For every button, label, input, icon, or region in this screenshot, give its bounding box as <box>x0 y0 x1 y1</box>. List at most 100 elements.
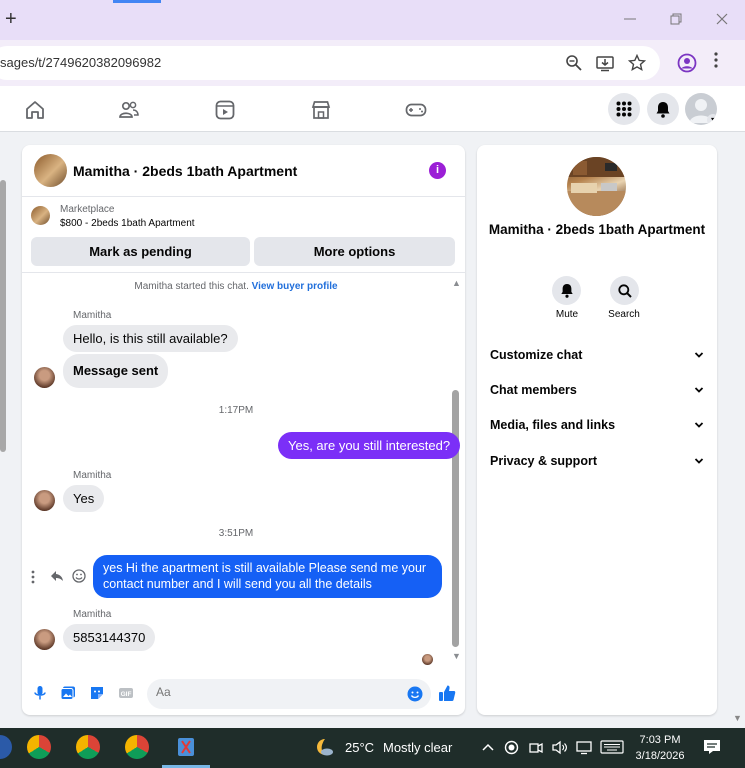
chevron-down-icon <box>694 387 704 393</box>
page-scroll-down-arrow-icon[interactable]: ▼ <box>733 713 742 723</box>
minimize-icon[interactable] <box>624 13 636 25</box>
messages-scrollbar[interactable]: ▲ ▼ <box>451 275 461 665</box>
facebook-nav-bar: ▾ <box>0 86 745 132</box>
notifications-button[interactable] <box>647 93 679 125</box>
info-title: Mamitha · 2beds 1bath Apartment <box>488 222 706 237</box>
section-label: Privacy & support <box>490 454 597 468</box>
search-conversation-button[interactable] <box>610 276 639 305</box>
network-icon[interactable] <box>576 740 592 755</box>
speaker-icon[interactable] <box>552 740 568 755</box>
keyboard-icon[interactable] <box>600 740 624 754</box>
photo-icon[interactable] <box>60 685 76 701</box>
chat-panel: Mamitha · 2beds 1bath Apartment i Market… <box>22 145 465 715</box>
install-app-icon[interactable] <box>596 54 614 72</box>
info-icon[interactable]: i <box>429 162 446 179</box>
left-panel-scrollbar[interactable] <box>0 180 6 452</box>
record-icon[interactable] <box>504 740 519 755</box>
read-receipt-avatar <box>422 654 433 665</box>
customize-chat-section[interactable]: Customize chat <box>490 348 704 368</box>
weather-moon-cloud-icon[interactable] <box>313 737 335 759</box>
chat-started-notice: Mamitha started this chat. View buyer pr… <box>22 281 450 292</box>
mute-button[interactable] <box>552 276 581 305</box>
marketplace-icon[interactable] <box>310 99 332 121</box>
emoji-icon[interactable] <box>407 686 423 702</box>
camera-icon[interactable] <box>529 740 543 755</box>
mark-as-pending-button[interactable]: Mark as pending <box>31 237 250 266</box>
omnibox[interactable]: sages/t/2749620382096982 <box>0 46 660 80</box>
clock-date: 3/18/2026 <box>635 750 685 762</box>
incoming-message[interactable]: Hello, is this still available? <box>63 325 238 352</box>
like-thumb-icon[interactable] <box>438 684 456 702</box>
new-tab-button[interactable]: + <box>5 8 17 31</box>
media-files-links-section[interactable]: Media, files and links <box>490 418 704 438</box>
notification-center-icon[interactable] <box>703 739 721 755</box>
listing-thumbnail[interactable] <box>34 154 67 187</box>
url-text[interactable]: sages/t/2749620382096982 <box>0 55 161 70</box>
account-avatar[interactable]: ▾ <box>685 93 717 125</box>
react-emoji-icon[interactable] <box>72 569 86 583</box>
menu-grid-icon <box>616 101 632 117</box>
more-actions-icon[interactable] <box>30 570 36 584</box>
marketplace-listing-card: Marketplace $800 - 2beds 1bath Apartment… <box>22 197 465 273</box>
section-label: Media, files and links <box>490 418 616 432</box>
incoming-message[interactable]: Yes <box>63 485 105 512</box>
gif-icon[interactable]: GIF <box>118 685 134 701</box>
message-hover-actions <box>30 568 90 586</box>
taskbar-app-icon[interactable] <box>0 735 12 759</box>
sticker-icon[interactable] <box>89 685 105 701</box>
mute-label: Mute <box>555 309 579 320</box>
microphone-icon[interactable] <box>32 685 48 701</box>
privacy-support-section[interactable]: Privacy & support <box>490 454 704 474</box>
watch-icon[interactable] <box>214 99 236 121</box>
taskbar-clock[interactable]: 7:03 PM 3/18/2026 <box>632 732 688 764</box>
sender-avatar[interactable] <box>34 490 55 511</box>
message-input-wrapper <box>147 679 431 709</box>
scrollbar-thumb[interactable] <box>452 390 459 647</box>
chat-members-section[interactable]: Chat members <box>490 383 704 403</box>
chevron-down-icon <box>694 422 704 428</box>
bookmark-star-icon[interactable] <box>628 54 646 72</box>
search-label: Search <box>608 309 640 320</box>
weather-condition[interactable]: Mostly clear <box>383 740 452 755</box>
listing-large-thumbnail[interactable] <box>567 157 626 216</box>
sender-avatar[interactable] <box>34 629 55 650</box>
outgoing-message[interactable]: yes Hi the apartment is still available … <box>93 555 442 598</box>
gaming-icon[interactable] <box>405 99 427 121</box>
chevron-down-icon <box>694 352 704 358</box>
active-tab-indicator <box>113 0 161 3</box>
incoming-message[interactable]: 5853144370 <box>63 624 156 651</box>
home-icon[interactable] <box>24 99 46 121</box>
more-options-button[interactable]: More options <box>254 237 455 266</box>
listing-price-title[interactable]: $800 - 2beds 1bath Apartment <box>60 218 195 229</box>
scroll-up-arrow-icon[interactable]: ▲ <box>452 278 461 288</box>
incoming-message[interactable]: Message sent <box>63 354 169 388</box>
listing-small-thumbnail[interactable] <box>31 206 50 225</box>
address-bar-row: sages/t/2749620382096982 <box>0 40 745 86</box>
outgoing-message[interactable]: Yes, are you still interested? <box>278 432 461 459</box>
chrome-icon[interactable] <box>76 735 100 759</box>
chrome-icon[interactable] <box>125 735 149 759</box>
search-icon <box>617 283 632 298</box>
chat-title[interactable]: Mamitha · 2beds 1bath Apartment <box>73 163 297 179</box>
browser-menu-icon[interactable] <box>714 52 718 68</box>
menu-grid-button[interactable] <box>608 93 640 125</box>
scroll-down-arrow-icon[interactable]: ▼ <box>452 651 461 661</box>
friends-icon[interactable] <box>118 99 140 121</box>
message-sender-name: Mamitha <box>73 470 112 481</box>
chrome-icon[interactable] <box>27 735 51 759</box>
view-buyer-profile-link[interactable]: View buyer profile <box>252 281 338 292</box>
restore-icon[interactable] <box>670 13 682 25</box>
message-input[interactable] <box>156 685 396 699</box>
browser-profile-icon[interactable] <box>677 53 697 73</box>
kitchen-photo-icon <box>567 157 626 216</box>
zoom-out-icon[interactable] <box>565 54 583 72</box>
weather-temperature[interactable]: 25°C <box>345 740 374 755</box>
reply-icon[interactable] <box>50 569 64 583</box>
show-hidden-icons-chevron-icon[interactable] <box>482 743 494 751</box>
chat-header: Mamitha · 2beds 1bath Apartment i <box>22 145 465 197</box>
sender-avatar[interactable] <box>34 367 55 388</box>
section-label: Customize chat <box>490 348 583 362</box>
chat-started-text: Mamitha started this chat. <box>134 281 249 292</box>
close-window-icon[interactable] <box>716 13 728 25</box>
snipping-tool-icon[interactable] <box>174 735 198 759</box>
